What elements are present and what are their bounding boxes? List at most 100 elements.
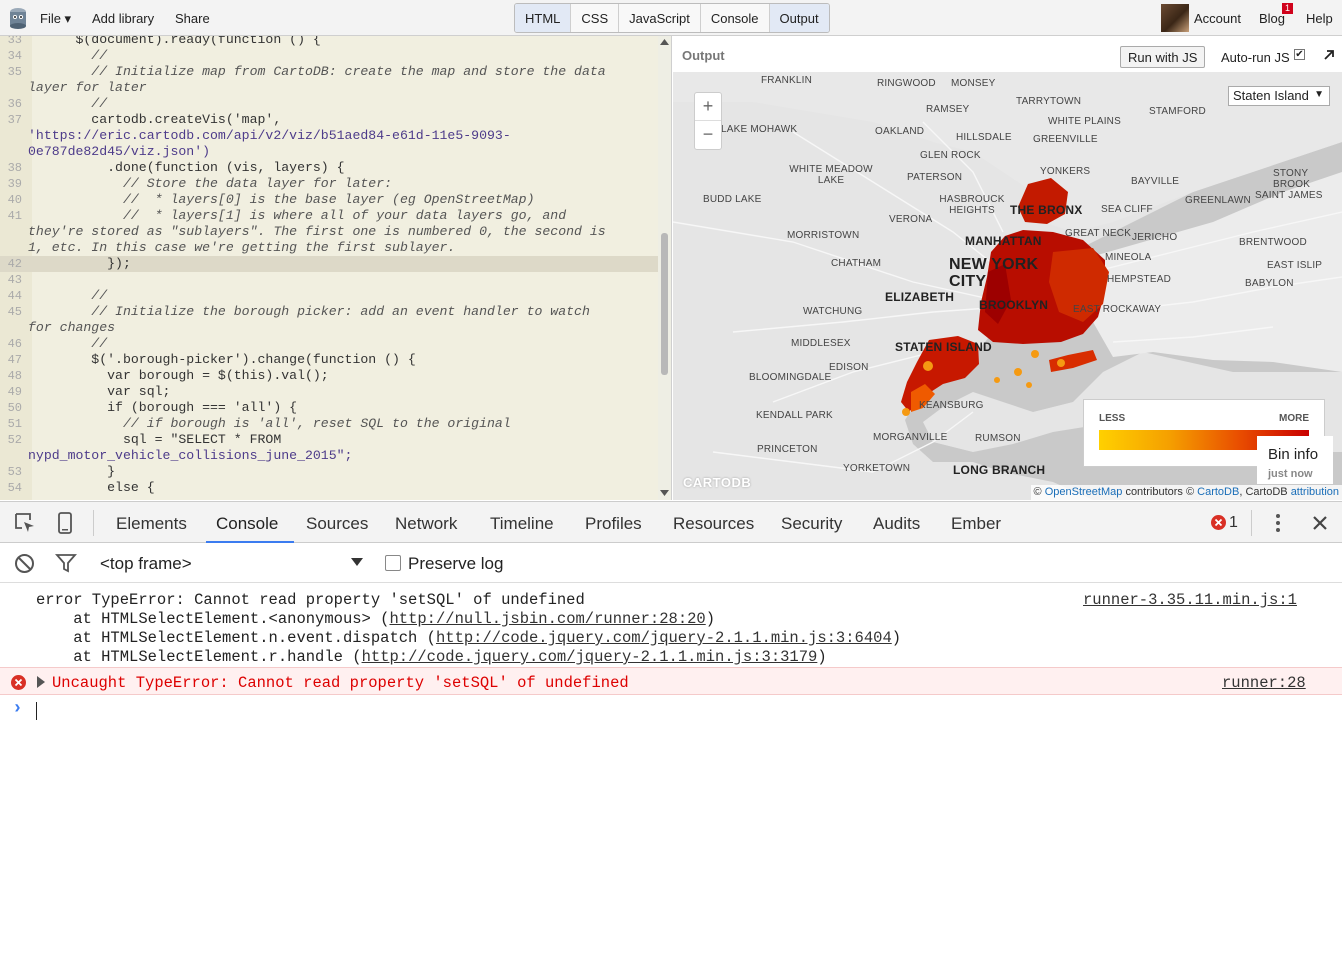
error-icon[interactable] bbox=[1211, 515, 1226, 530]
code-line[interactable]: they're stored as "sublayers". The first… bbox=[0, 224, 658, 240]
tab-ember[interactable]: Ember bbox=[951, 514, 1001, 534]
filter-icon[interactable] bbox=[55, 553, 77, 573]
editor-scrollbar-thumb[interactable] bbox=[661, 233, 668, 375]
help-link[interactable]: Help bbox=[1306, 11, 1333, 26]
error-count[interactable]: 1 bbox=[1229, 514, 1238, 532]
panel-javascript-toggle[interactable]: JavaScript bbox=[619, 4, 701, 32]
code-line[interactable]: 42 }); bbox=[0, 256, 658, 272]
map-place-label: STONY BROOK bbox=[1273, 168, 1311, 190]
code-line[interactable]: 'https://eric.cartodb.com/api/v2/viz/b51… bbox=[0, 128, 658, 144]
code-line[interactable]: 39 // Store the data layer for later: bbox=[0, 176, 658, 192]
panel-output-toggle[interactable]: Output bbox=[769, 4, 829, 32]
code-content[interactable]: 33 $(document).ready(function () {34 //3… bbox=[0, 36, 658, 496]
code-line[interactable]: 52 sql = "SELECT * FROM bbox=[0, 432, 658, 448]
panel-css-toggle[interactable]: CSS bbox=[571, 4, 620, 32]
code-line[interactable]: 38 .done(function (vis, layers) { bbox=[0, 160, 658, 176]
device-mode-icon[interactable] bbox=[57, 512, 73, 534]
inspect-element-icon[interactable] bbox=[14, 512, 36, 534]
code-text: // Initialize map from CartoDB: create t… bbox=[28, 64, 606, 79]
scroll-down-icon[interactable] bbox=[660, 490, 669, 496]
borough-picker-select[interactable]: Staten Island ▼ bbox=[1228, 86, 1330, 106]
code-line[interactable]: for changes bbox=[0, 320, 658, 336]
stack-frame-link[interactable]: http://code.jquery.com/jquery-2.1.1.min.… bbox=[362, 648, 818, 666]
tab-elements[interactable]: Elements bbox=[116, 514, 187, 534]
map-place-label: HEMPSTEAD bbox=[1107, 274, 1172, 285]
tab-console[interactable]: Console bbox=[216, 514, 278, 534]
code-text: .done(function (vis, layers) { bbox=[28, 160, 345, 175]
tab-sources[interactable]: Sources bbox=[306, 514, 368, 534]
code-line[interactable]: 50 if (borough === 'all') { bbox=[0, 400, 658, 416]
tab-timeline[interactable]: Timeline bbox=[490, 514, 554, 534]
code-line[interactable]: 34 // bbox=[0, 48, 658, 64]
zoom-out-button[interactable]: − bbox=[695, 121, 721, 149]
account-link[interactable]: Account bbox=[1194, 11, 1241, 26]
cartodb-map[interactable]: FRANKLIN RINGWOOD MONSEY TARRYTOWN STAMFORD L… bbox=[673, 72, 1342, 500]
tab-security[interactable]: Security bbox=[781, 514, 842, 534]
add-library-menu[interactable]: Add library bbox=[92, 11, 154, 26]
code-line[interactable]: 53 } bbox=[0, 464, 658, 480]
code-line[interactable]: 51 // if borough is 'all', reset SQL to … bbox=[0, 416, 658, 432]
code-line[interactable]: 35 // Initialize map from CartoDB: creat… bbox=[0, 64, 658, 80]
code-text: $('.borough-picker').change(function () … bbox=[28, 352, 416, 367]
code-line[interactable]: 46 // bbox=[0, 336, 658, 352]
uncaught-error-row[interactable]: Uncaught TypeError: Cannot read property… bbox=[0, 667, 1342, 695]
code-line[interactable]: 54 else { bbox=[0, 480, 658, 496]
code-line[interactable]: 49 var sql; bbox=[0, 384, 658, 400]
map-place-label: ELIZABETH bbox=[885, 290, 955, 304]
stack-frame-link[interactable]: http://code.jquery.com/jquery-2.1.1.min.… bbox=[436, 629, 892, 647]
stack-frame-link[interactable]: http://null.jsbin.com/runner:28:20 bbox=[389, 610, 705, 628]
file-menu[interactable]: File ▾ bbox=[40, 11, 71, 27]
tab-resources[interactable]: Resources bbox=[673, 514, 754, 534]
error-source-link[interactable]: runner-3.35.11.min.js:1 bbox=[1083, 591, 1297, 609]
code-line[interactable]: nypd_motor_vehicle_collisions_june_2015"… bbox=[0, 448, 658, 464]
attribution-link[interactable]: attribution bbox=[1291, 486, 1339, 498]
code-line[interactable]: 41 // * layers[1] is where all of your d… bbox=[0, 208, 658, 224]
code-line[interactable]: 44 // bbox=[0, 288, 658, 304]
code-line[interactable]: 45 // Initialize the borough picker: add… bbox=[0, 304, 658, 320]
code-line[interactable]: 36 // bbox=[0, 96, 658, 112]
auto-run-checkbox[interactable]: ✔ bbox=[1294, 49, 1305, 60]
tab-network[interactable]: Network bbox=[395, 514, 457, 534]
jsbin-logo-icon[interactable] bbox=[8, 6, 28, 30]
uncaught-error-source-link[interactable]: runner:28 bbox=[1222, 674, 1306, 692]
clear-console-icon[interactable] bbox=[14, 553, 35, 574]
popout-arrow-icon[interactable] bbox=[1324, 50, 1334, 60]
code-line[interactable]: 48 var borough = $(this).val(); bbox=[0, 368, 658, 384]
tab-profiles[interactable]: Profiles bbox=[585, 514, 642, 534]
code-line[interactable]: 1, etc. In this case we're getting the f… bbox=[0, 240, 658, 256]
code-line[interactable]: 0e787de82d45/viz.json') bbox=[0, 144, 658, 160]
chevron-down-icon[interactable] bbox=[350, 557, 364, 567]
line-number: 44 bbox=[7, 289, 22, 303]
code-line[interactable]: 37 cartodb.createVis('map', bbox=[0, 112, 658, 128]
openstreetmap-link[interactable]: OpenStreetMap bbox=[1045, 486, 1123, 498]
code-line[interactable]: 47 $('.borough-picker').change(function … bbox=[0, 352, 658, 368]
code-line[interactable]: 33 $(document).ready(function () { bbox=[0, 36, 658, 48]
code-line[interactable]: 40 // * layers[0] is the base layer (eg … bbox=[0, 192, 658, 208]
avatar[interactable] bbox=[1161, 4, 1189, 32]
code-line[interactable]: 43 bbox=[0, 272, 658, 288]
frame-selector[interactable]: <top frame> bbox=[100, 554, 192, 574]
code-text: $(document).ready(function () { bbox=[28, 36, 321, 47]
run-with-js-button[interactable]: Run with JS bbox=[1120, 46, 1206, 68]
console-input-caret[interactable] bbox=[36, 702, 37, 720]
map-place-label: TARRYTOWN bbox=[1016, 96, 1082, 107]
share-menu[interactable]: Share bbox=[175, 11, 210, 26]
panel-console-toggle[interactable]: Console bbox=[701, 4, 770, 32]
expand-triangle-icon[interactable] bbox=[36, 676, 46, 688]
close-icon[interactable] bbox=[1312, 515, 1328, 531]
map-place-label: YONKERS bbox=[1040, 166, 1091, 177]
javascript-editor[interactable]: 33 $(document).ready(function () {34 //3… bbox=[0, 36, 672, 500]
code-line[interactable]: layer for later bbox=[0, 80, 658, 96]
more-options-icon[interactable] bbox=[1275, 513, 1281, 533]
map-place-label: MIDDLESEX bbox=[791, 338, 851, 349]
line-number bbox=[0, 448, 28, 464]
map-place-label: GREAT NECK bbox=[1065, 228, 1132, 239]
tab-audits[interactable]: Audits bbox=[873, 514, 920, 534]
line-number: 37 bbox=[7, 113, 22, 127]
panel-html-toggle[interactable]: HTML bbox=[515, 4, 572, 32]
zoom-in-button[interactable]: + bbox=[695, 93, 721, 121]
scroll-up-icon[interactable] bbox=[660, 39, 669, 45]
cartodb-link[interactable]: CartoDB bbox=[1197, 486, 1239, 498]
console-output[interactable]: error TypeError: Cannot read property 's… bbox=[0, 583, 1342, 958]
preserve-log-checkbox[interactable] bbox=[385, 555, 401, 571]
